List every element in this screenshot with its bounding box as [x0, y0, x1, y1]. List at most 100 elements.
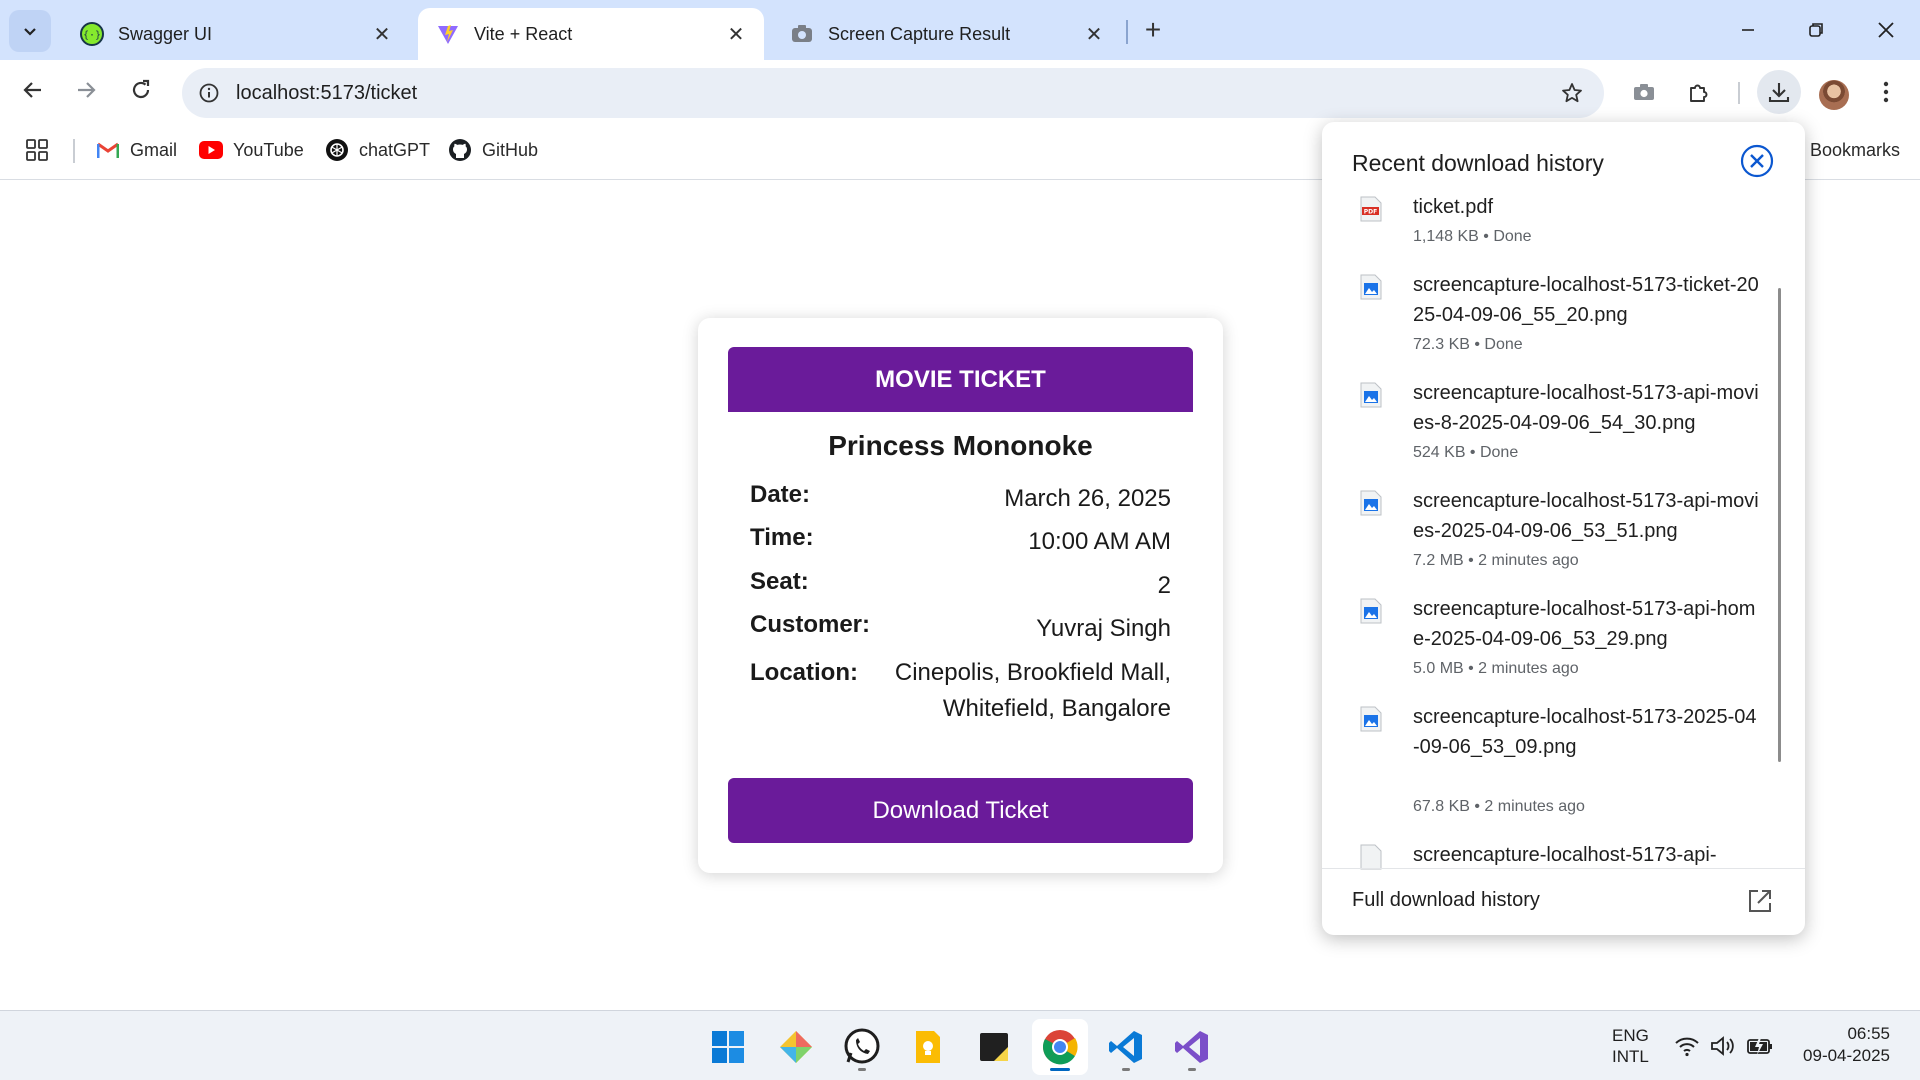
chevron-down-icon — [24, 28, 36, 36]
close-icon[interactable]: ✕ — [724, 22, 748, 46]
swagger-icon: {·} — [80, 22, 104, 46]
bookmark-label: chatGPT — [359, 139, 431, 160]
site-info-icon[interactable] — [194, 82, 224, 104]
new-tab-button[interactable]: + — [1137, 14, 1169, 46]
taskbar-app-whatsapp[interactable] — [834, 1019, 890, 1075]
reload-icon — [132, 79, 150, 99]
apps-grid-icon — [26, 139, 48, 161]
tab-search-button[interactable] — [9, 10, 51, 52]
extensions-button[interactable] — [1677, 70, 1721, 114]
download-file-name: screencapture-localhost-5173-api-movies-… — [1413, 382, 1759, 434]
ticket-row-time: Time: 10:00 AM AM — [750, 524, 1171, 560]
bookmark-gmail[interactable]: Gmail — [96, 136, 177, 164]
toolbar-divider — [1738, 82, 1740, 104]
clock-date: 09-04-2025 — [1803, 1046, 1890, 1065]
taskbar-app-visual-studio[interactable] — [1164, 1019, 1220, 1075]
ticket-row-seat: Seat: 2 — [750, 568, 1171, 604]
camera-icon — [790, 22, 814, 46]
download-meta: 524 KB • Done — [1413, 444, 1519, 461]
clock[interactable]: 06:55 09-04-2025 — [1780, 1023, 1890, 1067]
download-ticket-button[interactable]: Download Ticket — [728, 778, 1193, 843]
field-label: Customer: — [750, 611, 871, 638]
back-button[interactable] — [13, 70, 53, 110]
taskbar-app-keep[interactable] — [900, 1019, 956, 1075]
close-icon — [1878, 22, 1894, 38]
image-file-icon — [1360, 274, 1382, 300]
vite-icon — [436, 22, 460, 46]
taskbar-app-gitkraken[interactable] — [768, 1019, 824, 1075]
input-language[interactable]: ENG INTL — [1612, 1025, 1649, 1067]
taskbar-app-chrome[interactable] — [1032, 1019, 1088, 1075]
tab-strip: {·} Swagger UI ✕ Vite + React ✕ Screen C… — [0, 0, 1920, 60]
start-button[interactable] — [700, 1019, 756, 1075]
tab-divider — [1126, 20, 1128, 44]
taskbar-app-sticky-notes[interactable] — [966, 1019, 1022, 1075]
camera-icon — [1634, 84, 1654, 100]
keep-icon — [916, 1031, 940, 1063]
pdf-file-icon: PDF — [1360, 196, 1382, 222]
all-bookmarks[interactable]: Bookmarks — [1810, 140, 1900, 161]
close-icon[interactable]: ✕ — [1082, 22, 1106, 46]
field-value: 2 — [1157, 572, 1171, 599]
tab-swagger[interactable]: {·} Swagger UI ✕ — [62, 8, 410, 60]
tab-vite-react[interactable]: Vite + React ✕ — [418, 8, 764, 60]
close-icon[interactable]: ✕ — [370, 22, 394, 46]
bookmark-star-icon[interactable] — [1552, 73, 1592, 113]
clock-time: 06:55 — [1847, 1024, 1890, 1043]
system-tray[interactable] — [1674, 1031, 1774, 1061]
close-window-button[interactable] — [1858, 8, 1914, 52]
gmail-icon — [96, 138, 120, 162]
downloads-button[interactable] — [1757, 70, 1801, 114]
restore-button[interactable] — [1788, 8, 1844, 52]
bookmark-label: GitHub — [482, 139, 539, 160]
downloads-panel: Recent download history PDF ticket.pdf 1… — [1322, 122, 1805, 935]
download-meta: 67.8 KB • 2 minutes ago — [1413, 798, 1585, 815]
bookmark-github[interactable]: GitHub — [448, 136, 538, 164]
more-vertical-icon — [1883, 81, 1889, 103]
ticket-row-date: Date: March 26, 2025 — [750, 481, 1171, 517]
tab-title: Screen Capture Result — [828, 23, 1011, 44]
vscode-icon — [1109, 1031, 1142, 1063]
download-file-name: screencapture-localhost-5173-2025-04-09-… — [1413, 706, 1757, 758]
download-meta: 5.0 MB • 2 minutes ago — [1413, 660, 1579, 677]
taskbar-app-vscode[interactable] — [1098, 1019, 1154, 1075]
image-file-icon — [1360, 598, 1382, 624]
lang-line-2: INTL — [1612, 1047, 1649, 1066]
menu-button[interactable] — [1864, 70, 1908, 114]
github-icon — [448, 138, 472, 162]
downloads-list: PDF ticket.pdf 1,148 KB • Done screencap… — [1322, 192, 1805, 870]
screenshot-extension-button[interactable] — [1622, 70, 1666, 114]
ticket-row-customer: Customer: Yuvraj Singh — [750, 611, 1171, 647]
bookmarks-divider — [73, 139, 75, 163]
minimize-button[interactable] — [1720, 8, 1776, 52]
location-line-2: Whitefield, Bangalore — [942, 695, 1171, 722]
restore-icon — [1809, 23, 1823, 37]
field-label: Location: — [750, 659, 858, 686]
apps-button[interactable] — [26, 136, 48, 164]
url-text: localhost:5173/ticket — [236, 81, 418, 104]
tab-screen-capture[interactable]: Screen Capture Result ✕ — [772, 8, 1122, 60]
downloads-scrollbar[interactable] — [1778, 288, 1781, 762]
download-file-name: screencapture-localhost-5173-api- — [1413, 844, 1717, 866]
arrow-left-icon — [23, 82, 41, 98]
bookmark-youtube[interactable]: YouTube — [199, 136, 304, 164]
full-download-history-link[interactable]: Full download history — [1322, 868, 1805, 935]
image-file-icon — [1360, 844, 1382, 870]
close-downloads-button[interactable] — [1740, 144, 1774, 178]
bookmark-chatgpt[interactable]: chatGPT — [325, 136, 430, 164]
footer-label: Full download history — [1352, 889, 1540, 911]
address-bar[interactable]: localhost:5173/ticket — [182, 68, 1604, 118]
bookmark-label: Gmail — [130, 139, 178, 160]
tab-title: Vite + React — [474, 23, 573, 44]
visual-studio-icon — [1175, 1031, 1208, 1063]
forward-button[interactable] — [66, 70, 106, 110]
svg-text:PDF: PDF — [1364, 209, 1377, 216]
arrow-right-icon — [78, 82, 96, 98]
profile-avatar[interactable] — [1819, 80, 1849, 110]
image-file-icon — [1360, 490, 1382, 516]
whatsapp-icon — [844, 1028, 880, 1064]
reload-button[interactable] — [121, 70, 161, 110]
chatgpt-icon — [325, 138, 349, 162]
chrome-icon — [1043, 1030, 1078, 1065]
running-indicator — [1188, 1068, 1196, 1071]
